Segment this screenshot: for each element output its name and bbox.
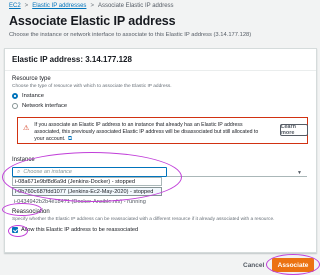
radio-unselected-icon[interactable] xyxy=(12,103,18,109)
learn-more-button[interactable]: Learn more xyxy=(280,124,308,136)
radio-instance-label: Instance xyxy=(22,93,44,99)
external-link-icon[interactable]: ⧉ xyxy=(68,136,72,142)
instance-search-placeholder: Choose an instance xyxy=(23,169,72,175)
select-underline xyxy=(167,176,307,177)
search-icon: ⌕ xyxy=(17,168,21,175)
page-title: Associate Elastic IP address xyxy=(9,14,176,28)
instance-option[interactable]: i-0434942b2b4e18471 (Docker-Ansible.nfs)… xyxy=(12,197,182,206)
instance-option[interactable]: i-08a671e9bf8d6a9d (Jenkins-Docker) - st… xyxy=(12,177,162,186)
reassociation-checkbox-row[interactable]: Allow this Elastic IP address to be reas… xyxy=(12,227,138,233)
reassociation-label: Reassociation xyxy=(12,209,50,215)
panel-title: Elastic IP address: 3.14.177.128 xyxy=(5,49,316,71)
associate-button[interactable]: Associate xyxy=(272,258,314,272)
page-description: Choose the instance or network interface… xyxy=(9,32,252,38)
breadcrumb-current: Associate Elastic IP address xyxy=(97,2,174,9)
breadcrumb-ec2[interactable]: EC2 xyxy=(9,3,21,9)
checkbox-checked-icon[interactable] xyxy=(12,227,18,233)
radio-instance[interactable]: Instance xyxy=(12,93,44,99)
radio-network-interface[interactable]: Network interface xyxy=(12,103,67,109)
radio-network-interface-label: Network interface xyxy=(22,103,68,109)
breadcrumb-elastic-ips[interactable]: Elastic IP addresses xyxy=(32,3,86,9)
resource-type-hint: Choose the type of resource with which t… xyxy=(12,84,172,89)
association-panel: Elastic IP address: 3.14.177.128 Resourc… xyxy=(4,48,317,253)
warning-alert: ⚠ If you associate an Elastic IP address… xyxy=(17,117,308,144)
breadcrumb: EC2 > Elastic IP addresses > Associate E… xyxy=(9,1,174,10)
reassociation-checkbox-label: Allow this Elastic IP address to be reas… xyxy=(21,227,139,233)
chevron-right-icon: > xyxy=(24,2,29,9)
instance-option[interactable]: i-0b760c687fdd1077 (Jenkins-Ec2-May-2020… xyxy=(12,187,162,196)
radio-selected-icon[interactable] xyxy=(12,93,18,99)
warning-icon: ⚠ xyxy=(23,125,30,132)
resource-type-label: Resource type xyxy=(12,76,51,82)
instance-label: Instance xyxy=(12,157,35,163)
instance-search-input[interactable]: ⌕ Choose an instance xyxy=(12,167,167,177)
cancel-button[interactable]: Cancel xyxy=(243,262,264,269)
caret-down-icon[interactable]: ▼ xyxy=(297,170,302,176)
chevron-right-icon: > xyxy=(90,2,94,9)
reassociation-hint: Specify whether the Elastic IP address c… xyxy=(12,217,275,222)
